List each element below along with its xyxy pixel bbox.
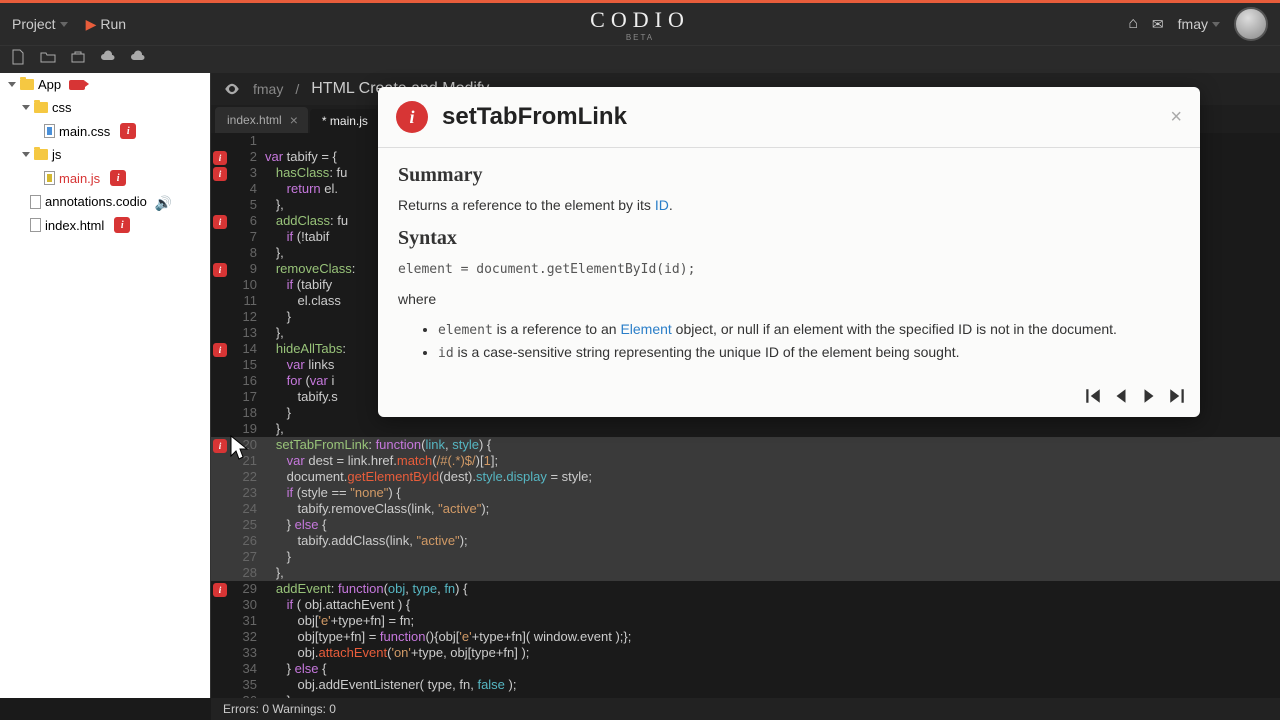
logo: CODIO BETA [590, 7, 690, 42]
code-line[interactable]: 32 obj[type+fn] = function(){obj['e'+typ… [211, 629, 1280, 645]
briefcase-icon[interactable] [70, 49, 86, 70]
eye-icon[interactable] [223, 80, 241, 98]
cloud-down-icon[interactable] [130, 49, 146, 70]
home-icon[interactable]: ⌂ [1128, 15, 1138, 33]
code-line[interactable]: 21 var dest = link.href.match(/#(.*)$/)[… [211, 453, 1280, 469]
user-menu[interactable]: fmay [1178, 16, 1220, 32]
syntax-heading: Syntax [398, 227, 1180, 250]
open-folder-icon[interactable] [40, 49, 56, 70]
tree-folder-js[interactable]: js [0, 143, 210, 166]
status-bar: Errors: 0 Warnings: 0 [211, 698, 1280, 720]
file-icon [44, 171, 55, 185]
project-menu[interactable]: Project [12, 16, 68, 32]
avatar[interactable] [1234, 7, 1268, 41]
first-icon[interactable] [1084, 387, 1102, 405]
close-icon[interactable]: × [290, 112, 298, 128]
tree-folder-css[interactable]: css [0, 96, 210, 119]
tree-label: css [52, 100, 72, 115]
list-item: id is a case-sensitive string representi… [438, 344, 1180, 361]
element-link[interactable]: Element [620, 321, 671, 337]
summary-text: Returns a reference to the element by it… [398, 197, 1180, 213]
tree-file-annotations[interactable]: annotations.codio 🔊 [0, 190, 210, 213]
tab-mainjs[interactable]: * main.js [310, 109, 378, 133]
id-link[interactable]: ID [655, 197, 669, 213]
annotation-gutter-icon[interactable]: i [213, 151, 227, 165]
annotation-gutter-icon[interactable]: i [213, 215, 227, 229]
tree-file-maincss[interactable]: main.css i [0, 119, 210, 143]
code-line[interactable]: 24 tabify.removeClass(link, "active"); [211, 501, 1280, 517]
code-line[interactable]: 34 } else { [211, 661, 1280, 677]
popup-nav [378, 379, 1200, 417]
annotation-popup: i setTabFromLink × Summary Returns a ref… [378, 87, 1200, 417]
summary-heading: Summary [398, 164, 1180, 187]
breadcrumb-user: fmay [253, 81, 283, 97]
close-icon[interactable]: × [1170, 106, 1182, 129]
prev-icon[interactable] [1112, 387, 1130, 405]
code-line[interactable]: 26 tabify.addClass(link, "active"); [211, 533, 1280, 549]
next-icon[interactable] [1140, 387, 1158, 405]
code-line[interactable]: 23 if (style == "none") { [211, 485, 1280, 501]
sound-icon[interactable]: 🔊 [155, 195, 173, 209]
new-file-icon[interactable] [10, 49, 26, 70]
tree-file-mainjs[interactable]: main.js i [0, 166, 210, 190]
file-icon [30, 218, 41, 232]
code-line[interactable]: 33 obj.attachEvent('on'+type, obj[type+f… [211, 645, 1280, 661]
code-line[interactable]: i29 addEvent: function(obj, type, fn) { [211, 581, 1280, 597]
code-line[interactable]: 30 if ( obj.attachEvent ) { [211, 597, 1280, 613]
annotation-gutter-icon[interactable]: i [213, 167, 227, 181]
annotation-gutter-icon[interactable]: i [213, 439, 227, 453]
popup-title: setTabFromLink [442, 103, 627, 131]
code-line[interactable]: 25 } else { [211, 517, 1280, 533]
code-line[interactable]: 28 }, [211, 565, 1280, 581]
annotation-gutter-icon[interactable]: i [213, 583, 227, 597]
popup-body: Summary Returns a reference to the eleme… [378, 148, 1200, 379]
annotation-badge-icon[interactable]: i [110, 170, 126, 186]
tree-label: index.html [45, 218, 104, 233]
menubar: Project ▶ Run CODIO BETA ⌂ ✉ fmay [0, 3, 1280, 45]
file-icon [44, 124, 55, 138]
tab-indexhtml[interactable]: index.html× [215, 107, 308, 133]
where-text: where [398, 291, 1180, 307]
annotation-gutter-icon[interactable]: i [213, 263, 227, 277]
file-tree: App css main.css i js main.js i annotati… [0, 73, 211, 698]
tree-label: main.js [59, 171, 100, 186]
folder-icon [34, 149, 48, 160]
syntax-code: element = document.getElementById(id); [398, 262, 695, 277]
folder-icon [34, 102, 48, 113]
status-text: Errors: 0 Warnings: 0 [223, 702, 336, 716]
tree-label: annotations.codio [45, 194, 147, 209]
code-line[interactable]: i20 setTabFromLink: function(link, style… [211, 437, 1280, 453]
annotation-gutter-icon[interactable]: i [213, 343, 227, 357]
mail-icon[interactable]: ✉ [1152, 16, 1164, 33]
tree-label: App [38, 77, 61, 92]
tree-file-indexhtml[interactable]: index.html i [0, 213, 210, 237]
tree-root-app[interactable]: App [0, 73, 210, 96]
tree-label: main.css [59, 124, 110, 139]
toolbar [0, 45, 1280, 73]
code-line[interactable]: 22 document.getElementById(dest).style.d… [211, 469, 1280, 485]
folder-icon [20, 79, 34, 90]
code-line[interactable]: 19 }, [211, 421, 1280, 437]
code-line[interactable]: 31 obj['e'+type+fn] = fn; [211, 613, 1280, 629]
annotation-badge-icon[interactable]: i [114, 217, 130, 233]
run-button[interactable]: ▶ Run [86, 16, 126, 33]
cloud-up-icon[interactable] [100, 49, 116, 70]
tree-label: js [52, 147, 61, 162]
last-icon[interactable] [1168, 387, 1186, 405]
file-icon [30, 195, 41, 209]
annotation-badge-icon[interactable]: i [120, 123, 136, 139]
code-line[interactable]: 27 } [211, 549, 1280, 565]
code-line[interactable]: 35 obj.addEventListener( type, fn, false… [211, 677, 1280, 693]
record-icon[interactable] [69, 80, 85, 90]
list-item: element is a reference to an Element obj… [438, 321, 1180, 338]
info-icon: i [396, 101, 428, 133]
